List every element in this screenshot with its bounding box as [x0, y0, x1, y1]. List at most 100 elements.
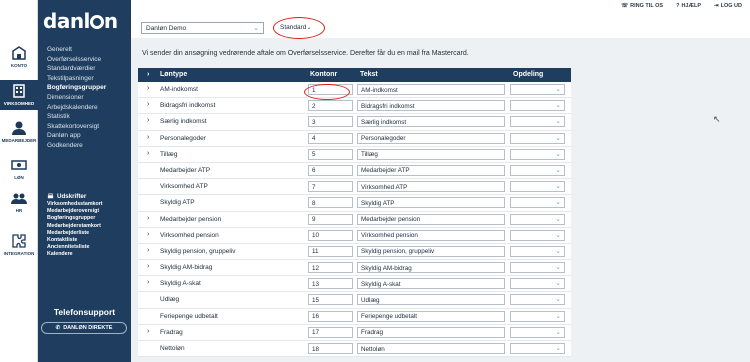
menu-item-standardvaerdier[interactable]: Standardværdier: [47, 64, 106, 74]
kontonr-input[interactable]: 9: [308, 213, 353, 225]
opdeling-select[interactable]: ⌄: [510, 245, 565, 257]
expand-row-icon[interactable]: ›: [147, 150, 149, 157]
opdeling-select[interactable]: ⌄: [510, 310, 565, 322]
kontonr-input[interactable]: 3: [308, 116, 353, 128]
expand-row-icon[interactable]: ›: [147, 279, 149, 286]
kontonr-input[interactable]: 16: [308, 310, 353, 322]
table-row: Udlæg 15 Udlæg ⌄: [138, 292, 571, 309]
table-row: Nettoløn 18 Nettoløn ⌄: [138, 341, 571, 358]
tekst-input[interactable]: Tillæg: [357, 148, 505, 160]
expand-row-icon[interactable]: ›: [147, 134, 149, 141]
menu-item-bogforingsgrupper[interactable]: Bogføringsgrupper: [47, 83, 106, 93]
opdeling-select[interactable]: ⌄: [510, 343, 565, 354]
kontonr-input[interactable]: 15: [308, 294, 353, 306]
opdeling-select[interactable]: ⌄: [510, 278, 565, 290]
kontonr-input[interactable]: 12: [308, 262, 353, 274]
danlon-direkte-button[interactable]: ✆ DANLØN DIREKTE: [41, 322, 127, 334]
tekst-input[interactable]: Medarbejder ATP: [357, 164, 505, 176]
menu-item-skattekortoversigt[interactable]: Skattekortoversigt: [47, 122, 106, 132]
opdeling-select[interactable]: ⌄: [510, 262, 565, 274]
chevron-down-icon: ⌄: [555, 280, 561, 288]
tekst-input[interactable]: Personalegoder: [357, 132, 505, 144]
udskrift-item[interactable]: Medarbejderstamkort: [47, 223, 103, 230]
menu-item-godkendere[interactable]: Godkendere: [47, 141, 106, 151]
table-row: Skyldig ATP 8 Skyldig ATP ⌄: [138, 195, 571, 212]
udskrift-item[interactable]: Kalendere: [47, 251, 103, 258]
expand-row-icon[interactable]: ›: [147, 117, 149, 124]
udskrift-item[interactable]: Kontaktliste: [47, 237, 103, 244]
tekst-input[interactable]: Skyldig ATP: [357, 197, 505, 209]
menu-item-generelt[interactable]: Generelt: [47, 45, 106, 55]
log-ud-link[interactable]: ⇥ LOG UD: [714, 3, 742, 9]
danlon-logo[interactable]: danl n: [43, 9, 118, 33]
menu-item-overforselsservice[interactable]: Overførselsservice: [47, 55, 106, 65]
rail-virksomhed[interactable]: VIRKSOMHED: [0, 80, 38, 110]
rail-integration[interactable]: INTEGRATION: [0, 233, 38, 261]
opdeling-select[interactable]: ⌄: [510, 148, 565, 160]
expand-row-icon[interactable]: ›: [147, 215, 149, 222]
tekst-input[interactable]: Bidragsfri indkomst: [357, 100, 505, 112]
kontonr-input[interactable]: 4: [308, 132, 353, 144]
tekst-input[interactable]: Fradrag: [357, 326, 505, 338]
menu-item-danlon-app[interactable]: Danløn app: [47, 131, 106, 141]
expand-row-icon[interactable]: ›: [147, 101, 149, 108]
kontonr-input[interactable]: 2: [308, 100, 353, 112]
tekst-input[interactable]: Skyldig pension, gruppeliv: [357, 245, 505, 257]
tekst-input[interactable]: Udlæg: [357, 294, 505, 306]
opdeling-select[interactable]: ⌄: [510, 294, 565, 306]
kontonr-input[interactable]: 7: [308, 181, 353, 193]
udskrift-item[interactable]: Virksomhedsstamkort: [47, 201, 103, 208]
expand-row-icon[interactable]: ›: [147, 247, 149, 254]
tekst-input[interactable]: Medarbejder pension: [357, 213, 505, 225]
hjaelp-link[interactable]: ? HJÆLP: [676, 3, 701, 9]
menu-item-tekstilpasninger[interactable]: Tekstilpasninger: [47, 74, 106, 84]
opdeling-select[interactable]: ⌄: [510, 84, 565, 95]
opdeling-select[interactable]: ⌄: [510, 164, 565, 176]
table-body: › AM-indkomst 1 AM-indkomst ⌄ › Bidragsfri ind…: [138, 82, 571, 358]
tekst-input[interactable]: Skyldig AM-bidrag: [357, 262, 505, 274]
opdeling-select[interactable]: ⌄: [510, 132, 565, 144]
udskrift-item[interactable]: Medarbejderliste: [47, 230, 103, 237]
tekst-input[interactable]: Særlig indkomst: [357, 116, 505, 128]
expand-row-icon[interactable]: ›: [147, 231, 149, 238]
opdeling-select[interactable]: ⌄: [510, 100, 565, 112]
menu-item-dimensioner[interactable]: Dimensioner: [47, 93, 106, 103]
tekst-input[interactable]: AM-indkomst: [357, 84, 505, 95]
expand-all-icon[interactable]: ›: [147, 71, 149, 78]
tekst-input[interactable]: Virksomhed pension: [357, 229, 505, 241]
opdeling-select[interactable]: ⌄: [510, 116, 565, 128]
kontonr-input[interactable]: 10: [308, 229, 353, 241]
opdeling-select[interactable]: ⌄: [510, 197, 565, 209]
opdeling-select[interactable]: ⌄: [510, 326, 565, 338]
kontonr-input[interactable]: 18: [308, 343, 353, 354]
kontonr-input[interactable]: 17: [308, 326, 353, 338]
rail-medarbejder[interactable]: MEDARBEJDER: [0, 120, 38, 148]
row-lontype: Særlig indkomst: [160, 118, 207, 126]
kontonr-input[interactable]: 13: [308, 278, 353, 290]
rail-lon[interactable]: LØN: [0, 157, 38, 181]
tekst-input[interactable]: Virksomhed ATP: [357, 181, 505, 193]
kontonr-input[interactable]: 6: [308, 164, 353, 176]
expand-row-icon[interactable]: ›: [147, 328, 149, 335]
opdeling-select[interactable]: ⌄: [510, 229, 565, 241]
opdeling-select[interactable]: ⌄: [510, 213, 565, 225]
udskrift-item[interactable]: Anciennitetsliste: [47, 244, 103, 251]
menu-item-statistik[interactable]: Statistik: [47, 112, 106, 122]
opdeling-select[interactable]: ⌄: [510, 181, 565, 193]
chevron-down-icon: ⌄: [555, 312, 561, 320]
rail-hr[interactable]: HR: [0, 190, 38, 218]
ring-til-os-link[interactable]: ☏ RING TIL OS: [621, 3, 663, 9]
menu-item-arbejdskalendere[interactable]: Arbejdskalendere: [47, 103, 106, 113]
udskrift-item[interactable]: Medarbejderoversigt: [47, 208, 103, 215]
kontonr-input[interactable]: 11: [308, 245, 353, 257]
company-select[interactable]: Danløn Demo ⌄: [141, 22, 264, 34]
expand-row-icon[interactable]: ›: [147, 85, 149, 92]
udskrift-item[interactable]: Bogføringsgrupper: [47, 215, 103, 222]
expand-row-icon[interactable]: ›: [147, 263, 149, 270]
tekst-input[interactable]: Feriepenge udbetalt: [357, 310, 505, 322]
kontonr-input[interactable]: 5: [308, 148, 353, 160]
kontonr-input[interactable]: 8: [308, 197, 353, 209]
rail-konto[interactable]: KONTO: [0, 45, 38, 73]
tekst-input[interactable]: Skyldig A-skat: [357, 278, 505, 290]
tekst-input[interactable]: Nettoløn: [357, 343, 505, 354]
